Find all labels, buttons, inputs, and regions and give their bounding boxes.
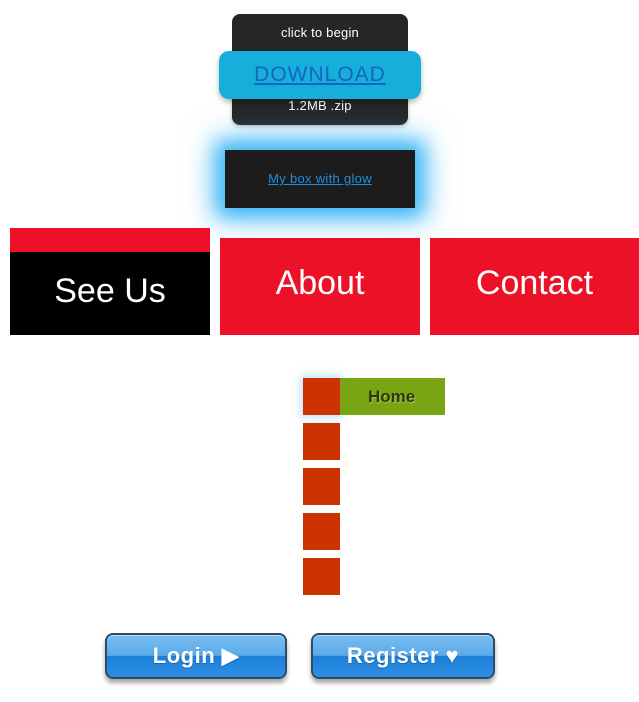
menu-item-home-label[interactable]: Home	[340, 378, 446, 415]
square-bullet-icon	[303, 468, 340, 505]
panel-contact-label: Contact	[475, 264, 594, 302]
login-button[interactable]: Login ▶	[105, 633, 287, 679]
download-link[interactable]: DOWNLOAD	[254, 63, 386, 86]
panel-see-us-accent-strip	[10, 228, 210, 252]
panel-contact[interactable]: Contact	[430, 238, 639, 335]
download-widget: click to begin 1.2MB .zip DOWNLOAD	[219, 14, 421, 125]
register-button[interactable]: Register ♥	[311, 633, 495, 679]
download-top-label: click to begin	[232, 14, 408, 51]
glow-box-link[interactable]: My box with glow	[268, 171, 372, 186]
square-bullet-icon	[303, 423, 340, 460]
square-bullet-icon	[303, 378, 340, 415]
glow-box: My box with glow	[225, 150, 415, 208]
square-bullet-icon	[303, 513, 340, 550]
panel-about[interactable]: About	[220, 238, 420, 335]
panel-see-us-label: See Us	[54, 272, 166, 310]
panel-about-label: About	[275, 264, 365, 302]
download-bar[interactable]: DOWNLOAD	[219, 51, 421, 99]
panel-see-us[interactable]: See Us	[10, 228, 210, 335]
square-bullet-icon	[303, 558, 340, 595]
